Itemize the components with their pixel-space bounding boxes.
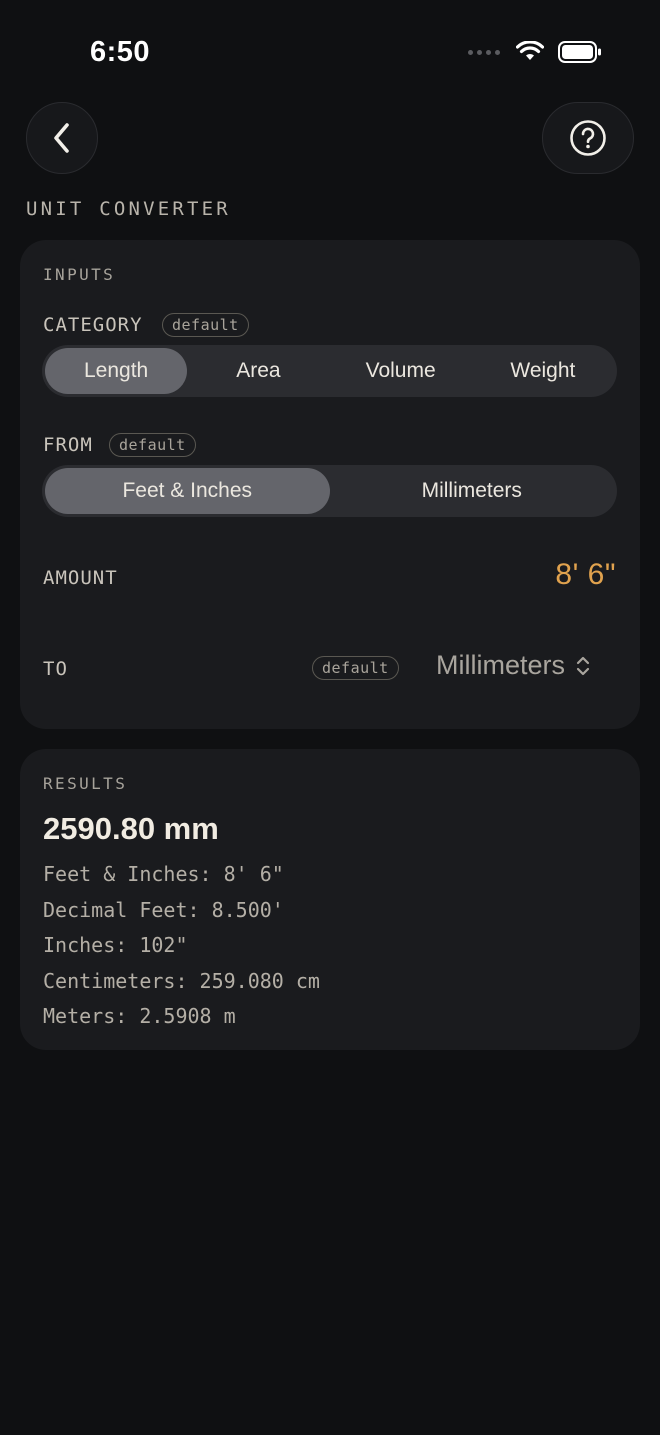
inputs-card: INPUTS CATEGORY default Length Area Volu… <box>20 240 640 729</box>
segment-feet-inches[interactable]: Feet & Inches <box>45 468 330 514</box>
amount-value[interactable]: 8' 6" <box>555 558 616 592</box>
segment-weight[interactable]: Weight <box>472 348 614 394</box>
cellular-signal-icon <box>468 49 500 55</box>
result-decimal-feet: Decimal Feet: 8.500' <box>43 897 284 922</box>
question-circle-icon <box>570 120 606 156</box>
category-segmented-control: Length Area Volume Weight <box>42 345 617 397</box>
result-meters: Meters: 2.5908 m <box>43 1004 236 1028</box>
from-default-badge: default <box>109 433 196 457</box>
battery-icon <box>558 41 601 63</box>
to-default-badge: default <box>312 656 399 680</box>
to-label: TO <box>43 658 68 680</box>
status-icons <box>468 40 602 64</box>
from-segmented-control: Feet & Inches Millimeters <box>42 465 617 517</box>
segment-area[interactable]: Area <box>187 348 329 394</box>
result-feet-inches: Feet & Inches: 8' 6" <box>43 862 284 886</box>
segment-volume[interactable]: Volume <box>330 348 472 394</box>
from-label: FROM <box>43 434 93 456</box>
results-section-label: RESULTS <box>43 774 128 793</box>
chevron-left-icon <box>54 123 69 153</box>
inputs-section-label: INPUTS <box>43 265 116 284</box>
amount-label: AMOUNT <box>43 567 118 589</box>
to-unit-value: Millimeters <box>436 650 566 680</box>
chevron-up-down-icon <box>576 656 590 675</box>
unit-converter-screen: 6:50 UNIT CONVERTER INPUTS CATEGORY defa… <box>0 0 660 1435</box>
to-unit-picker[interactable]: Millimeters <box>436 650 591 681</box>
result-primary: 2590.80 mm <box>43 811 219 846</box>
category-label: CATEGORY <box>43 314 143 336</box>
segment-millimeters[interactable]: Millimeters <box>330 468 615 514</box>
segment-length[interactable]: Length <box>45 348 188 394</box>
page-title: UNIT CONVERTER <box>26 198 231 220</box>
result-lines: Feet & Inches: 8' 6" Decimal Feet: 8.500… <box>43 857 320 1035</box>
category-default-badge: default <box>162 313 249 337</box>
wifi-icon <box>516 41 544 60</box>
result-centimeters: Centimeters: 259.080 cm <box>43 968 320 993</box>
status-time: 6:50 <box>90 36 151 68</box>
help-button[interactable] <box>542 102 634 174</box>
results-card: RESULTS 2590.80 mm Feet & Inches: 8' 6" … <box>20 749 640 1050</box>
result-inches: Inches: 102" <box>43 933 188 957</box>
back-button[interactable] <box>26 102 98 174</box>
